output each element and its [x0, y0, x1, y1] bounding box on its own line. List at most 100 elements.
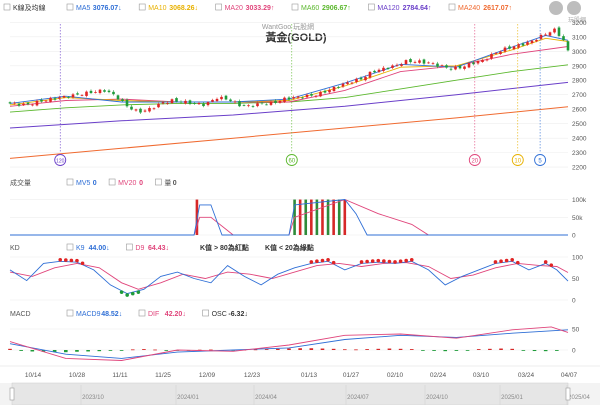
kd-red-dot-20 [493, 260, 498, 264]
candle-body-41 [193, 103, 196, 104]
osc-bar-38 [432, 350, 436, 351]
osc-bar-46 [521, 350, 526, 351]
nav-tick-3: 2024/07 [347, 395, 369, 401]
kd-y-tick-0: 100 [572, 255, 583, 262]
macd-panel: MACD MACD9 48.52↓ DIF 42.20↓ OSC -6.32↓ 50… [8, 309, 580, 361]
volume-panel: 成交量 MV5 0 MV20 0量 0 100k50k0 [10, 178, 587, 240]
kd-red-dot-11 [365, 259, 369, 264]
nav-tick-2: 2024/04 [255, 395, 277, 401]
x-tick-3: 11/25 [155, 372, 171, 379]
macd-legend-value-2: -6.32↓ [228, 311, 247, 318]
candle-body-4 [26, 102, 30, 105]
candle-body-46 [215, 98, 219, 102]
macd-legend-checkbox-1 [138, 309, 146, 317]
volume-legend-name-2: 量 [164, 179, 171, 187]
candle-body-70 [323, 90, 327, 93]
kd-dots [58, 258, 554, 297]
nav-tick-5: 2025/01 [501, 395, 523, 401]
ma-bubble-label-3: 10 [514, 158, 521, 164]
kd-red-dot-14 [382, 259, 386, 263]
kd-red-dot-0 [58, 258, 63, 262]
price-y-tick-6: 2600 [572, 107, 587, 114]
candle-body-108 [494, 52, 498, 54]
candle-body-19 [94, 91, 97, 93]
volume-y-tick-0: 100k [572, 197, 587, 204]
candle-body-40 [188, 100, 192, 105]
candle-body-105 [481, 59, 484, 62]
kd-y-tick-2: 0 [572, 298, 576, 305]
candle-body-65 [301, 97, 304, 99]
candle-body-94 [431, 63, 435, 65]
candle-body-37 [175, 98, 178, 102]
ma-line-ma240 [9, 106, 569, 159]
osc-bar-31 [354, 349, 358, 351]
macd-legend-value-0: 48.52↓ [101, 311, 122, 318]
candle-body-11 [58, 97, 61, 99]
navigator-handle-left[interactable] [9, 387, 15, 401]
price-legend-checkbox [3, 3, 11, 11]
macd-legend-value-1: 42.20↓ [165, 311, 186, 318]
kd-grid [10, 256, 568, 301]
candle-body-50 [233, 101, 237, 103]
candle-body-68 [314, 95, 318, 97]
kd-note-green: K值 < 20為綠點 [265, 243, 314, 252]
volume-grid [10, 199, 568, 236]
kd-red-dot-7 [320, 258, 325, 263]
candle-body-31 [148, 108, 151, 112]
osc-bar-29 [331, 348, 336, 350]
nav-tick-4: 2024/10 [426, 395, 448, 401]
candle-body-20 [98, 89, 102, 93]
candle-body-17 [85, 91, 88, 96]
nav-tick-6: 2025/04 [568, 395, 590, 401]
kd-legend-name-1: D9 [135, 245, 144, 252]
osc-bar-48 [543, 350, 548, 352]
watermark-text: WantGoo 玩股網 [262, 22, 314, 31]
candle-body-14 [71, 94, 75, 98]
candle-body-23 [112, 91, 115, 95]
candle-body-64 [296, 96, 300, 98]
kd-red-dot-23 [510, 258, 514, 262]
osc-bar-11 [130, 349, 135, 351]
price-legend-label: K線及均線 [13, 3, 46, 12]
navigator[interactable]: 2023/10 2024/01 2024/04 2024/07 2024/10 2025/… [0, 382, 600, 405]
navigator-handle-right[interactable] [565, 387, 571, 401]
x-axis: 10/14 10/28 11/11 11/25 12/09 12/23 01/13 01/27… [0, 365, 600, 379]
candle-body-71 [328, 89, 331, 93]
candle-body-38 [179, 101, 183, 103]
osc-bar-27 [309, 348, 314, 350]
ma-bubble-label-0: 120 [56, 158, 65, 164]
candle-body-5 [31, 104, 34, 106]
candle-body-28 [134, 109, 138, 111]
candle-body-122 [557, 27, 561, 36]
osc-bar-44 [499, 348, 503, 350]
candle-body-100 [458, 65, 462, 69]
osc-bar-41 [465, 350, 470, 351]
osc-bar-47 [532, 350, 537, 352]
candle-body-3 [22, 103, 25, 106]
candle-body-90 [413, 61, 417, 63]
volume-y-tick-1: 50k [572, 215, 583, 222]
candle-body-106 [485, 59, 489, 61]
kd-red-dot-15 [387, 259, 392, 264]
candle-body-18 [89, 90, 93, 94]
candle-body-123 [562, 36, 565, 41]
candle-body-44 [206, 102, 210, 106]
chart-root: 玩股網 K線及均線 MA5 3076.07↓ MA10 3068.26↓ MA20 3… [0, 0, 600, 405]
volume-y-ticks: 100k 50k 0 [572, 197, 587, 239]
navigator-selection[interactable] [11, 382, 569, 405]
osc-bar-40 [454, 350, 459, 351]
kd-red-dot-21 [499, 259, 503, 264]
candle-body-114 [521, 43, 525, 46]
kd-legend: K9 44.00↓ D9 64.43↓ K值 > 80為紅點 K值 < 20為綠點 [66, 243, 314, 252]
kd-green-dot-2 [130, 291, 135, 296]
candle-body-22 [107, 90, 111, 93]
candle-body-54 [251, 106, 255, 107]
kd-red-dot-5 [309, 260, 314, 264]
volume-bar-6 [321, 199, 324, 235]
candle-body-24 [116, 95, 120, 100]
candle-body-92 [422, 59, 426, 64]
ma-legend-value-3: 2906.67↑ [322, 5, 351, 12]
candle-body-56 [260, 102, 264, 104]
candle-body-87 [400, 64, 403, 66]
volume-bar-5 [315, 199, 319, 235]
